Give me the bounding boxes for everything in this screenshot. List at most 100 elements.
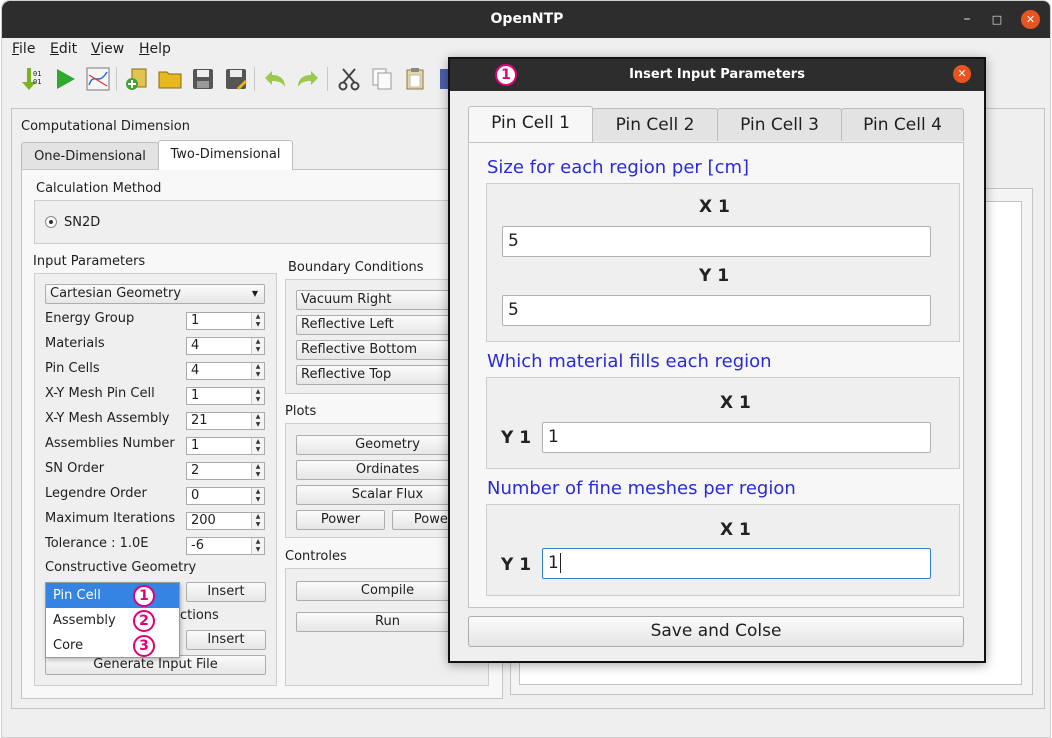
menu-edit[interactable]: Edit bbox=[50, 40, 77, 58]
geometry-select[interactable]: Cartesian Geometry ▼ bbox=[45, 284, 265, 304]
add-folder-icon[interactable] bbox=[122, 64, 152, 94]
svg-text:01: 01 bbox=[33, 78, 41, 86]
size-y-input[interactable]: 5 bbox=[502, 295, 931, 326]
material-x-label: X 1 bbox=[720, 393, 751, 413]
spin-arrows-icon[interactable]: ▲ ▼ bbox=[251, 538, 264, 554]
param-label: X-Y Mesh Pin Cell bbox=[45, 386, 155, 401]
param-spinbox[interactable]: 0 ▲ ▼ bbox=[186, 487, 265, 505]
plots-title: Plots bbox=[285, 404, 317, 419]
spin-arrows-icon[interactable]: ▲ ▼ bbox=[251, 413, 264, 429]
menu-view[interactable]: View bbox=[91, 40, 124, 58]
cross-sections-label: ctions bbox=[180, 608, 219, 623]
generate-input-button[interactable]: Generate Input File bbox=[45, 655, 266, 675]
close-icon[interactable]: ✕ bbox=[1021, 10, 1040, 29]
param-spinbox[interactable]: 4 ▲ ▼ bbox=[186, 362, 265, 380]
toolbar-separator bbox=[327, 67, 328, 91]
dialog-tab-page: Size for each region per [cm] X 1 5 Y 1 … bbox=[468, 142, 964, 608]
size-y-label: Y 1 bbox=[699, 266, 730, 286]
param-value: 1 bbox=[191, 388, 200, 403]
param-label: Maximum Iterations bbox=[45, 511, 176, 526]
param-spinbox[interactable]: 1 ▲ ▼ bbox=[186, 437, 265, 455]
param-value: -6 bbox=[191, 538, 204, 553]
tab-pin-cell-4[interactable]: Pin Cell 4 bbox=[841, 108, 964, 141]
window-title: OpenNTP bbox=[490, 11, 564, 27]
param-spinbox[interactable]: 21 ▲ ▼ bbox=[186, 412, 265, 430]
cut-icon[interactable] bbox=[334, 64, 364, 94]
open-folder-icon[interactable] bbox=[155, 64, 185, 94]
marker-3: 3 bbox=[133, 635, 155, 657]
copy-icon[interactable] bbox=[367, 64, 397, 94]
material-section-title: Which material fills each region bbox=[487, 351, 772, 372]
calc-method-box bbox=[34, 200, 489, 244]
insert-cross-sections-button[interactable]: Insert bbox=[186, 630, 266, 650]
mesh-section-title: Number of fine meshes per region bbox=[487, 478, 796, 499]
spin-arrows-icon[interactable]: ▲ ▼ bbox=[251, 388, 264, 404]
param-label: Materials bbox=[45, 336, 105, 351]
chevron-down-icon: ▼ bbox=[251, 289, 258, 298]
sn2d-label: SN2D bbox=[64, 215, 101, 230]
dialog-close-icon[interactable]: ✕ bbox=[953, 65, 971, 83]
size-x-label: X 1 bbox=[699, 197, 730, 217]
dialog-title: Insert Input Parameters bbox=[629, 67, 805, 82]
param-spinbox[interactable]: 1 ▲ ▼ bbox=[186, 312, 265, 330]
toolbar-separator bbox=[254, 67, 255, 91]
param-spinbox[interactable]: -6 ▲ ▼ bbox=[186, 537, 265, 555]
spin-arrows-icon[interactable]: ▲ ▼ bbox=[251, 438, 264, 454]
marker-1: 1 bbox=[133, 585, 155, 607]
param-label: X-Y Mesh Assembly bbox=[45, 411, 170, 426]
run-icon[interactable] bbox=[50, 64, 80, 94]
plot-icon[interactable] bbox=[83, 64, 113, 94]
paste-icon[interactable] bbox=[400, 64, 430, 94]
dialog-marker: 1 bbox=[495, 64, 517, 86]
param-value: 4 bbox=[191, 338, 200, 353]
param-spinbox[interactable]: 1 ▲ ▼ bbox=[186, 387, 265, 405]
insert-geometry-button[interactable]: Insert bbox=[186, 582, 266, 602]
param-value: 200 bbox=[191, 513, 216, 528]
undo-icon[interactable] bbox=[260, 64, 290, 94]
redo-icon[interactable] bbox=[293, 64, 323, 94]
save-as-icon[interactable] bbox=[221, 64, 251, 94]
import-binary-icon[interactable]: 01 01 bbox=[17, 64, 47, 94]
param-value: 2 bbox=[191, 463, 200, 478]
menu-file[interactable]: File bbox=[12, 40, 35, 58]
spin-arrows-icon[interactable]: ▲ ▼ bbox=[251, 363, 264, 379]
spin-arrows-icon[interactable]: ▲ ▼ bbox=[251, 463, 264, 479]
tab-pin-cell-2[interactable]: Pin Cell 2 bbox=[592, 108, 718, 141]
popup-item-core[interactable]: Core bbox=[46, 633, 179, 658]
plot-power-button[interactable]: Power bbox=[296, 510, 385, 530]
tab-pin-cell-3[interactable]: Pin Cell 3 bbox=[717, 108, 842, 141]
toolbar-separator bbox=[116, 67, 117, 91]
popup-item-assembly[interactable]: Assembly bbox=[46, 608, 179, 633]
material-input[interactable]: 1 bbox=[542, 422, 931, 453]
menu-help[interactable]: Help bbox=[139, 40, 171, 58]
param-label: Energy Group bbox=[45, 311, 135, 326]
calc-method-title: Calculation Method bbox=[36, 181, 162, 196]
insert-params-dialog: Insert Input Parameters 1 ✕ Pin Cell 1 P… bbox=[448, 57, 986, 663]
param-value: 4 bbox=[191, 363, 200, 378]
param-spinbox[interactable]: 4 ▲ ▼ bbox=[186, 337, 265, 355]
tab-one-dimensional[interactable]: One-Dimensional bbox=[21, 142, 159, 170]
tab-pin-cell-1[interactable]: Pin Cell 1 bbox=[468, 106, 593, 142]
save-and-close-button[interactable]: Save and Colse bbox=[468, 616, 964, 647]
tab-two-dimensional[interactable]: Two-Dimensional bbox=[158, 140, 293, 170]
save-icon[interactable] bbox=[188, 64, 218, 94]
sn2d-radio[interactable] bbox=[45, 216, 57, 228]
param-label: Legendre Order bbox=[45, 486, 147, 501]
text-cursor bbox=[559, 553, 561, 573]
geometry-popup-menu: Pin Cell Assembly Core 1 2 3 bbox=[45, 582, 180, 658]
param-label: Assemblies Number bbox=[45, 436, 175, 451]
param-spinbox[interactable]: 200 ▲ ▼ bbox=[186, 512, 265, 530]
spin-arrows-icon[interactable]: ▲ ▼ bbox=[251, 488, 264, 504]
maximize-icon[interactable]: □ bbox=[985, 1, 1009, 38]
spin-arrows-icon[interactable]: ▲ ▼ bbox=[251, 338, 264, 354]
param-label: Tolerance : 1.0E bbox=[45, 536, 149, 551]
spin-arrows-icon[interactable]: ▲ ▼ bbox=[251, 313, 264, 329]
minimize-icon[interactable]: – bbox=[955, 1, 979, 38]
size-x-input[interactable]: 5 bbox=[502, 226, 931, 257]
boundary-title: Boundary Conditions bbox=[288, 260, 424, 275]
mesh-input[interactable]: 1 bbox=[542, 548, 931, 579]
mesh-x-label: X 1 bbox=[720, 520, 751, 540]
param-spinbox[interactable]: 2 ▲ ▼ bbox=[186, 462, 265, 480]
popup-item-pin-cell[interactable]: Pin Cell bbox=[46, 583, 179, 608]
spin-arrows-icon[interactable]: ▲ ▼ bbox=[251, 513, 264, 529]
